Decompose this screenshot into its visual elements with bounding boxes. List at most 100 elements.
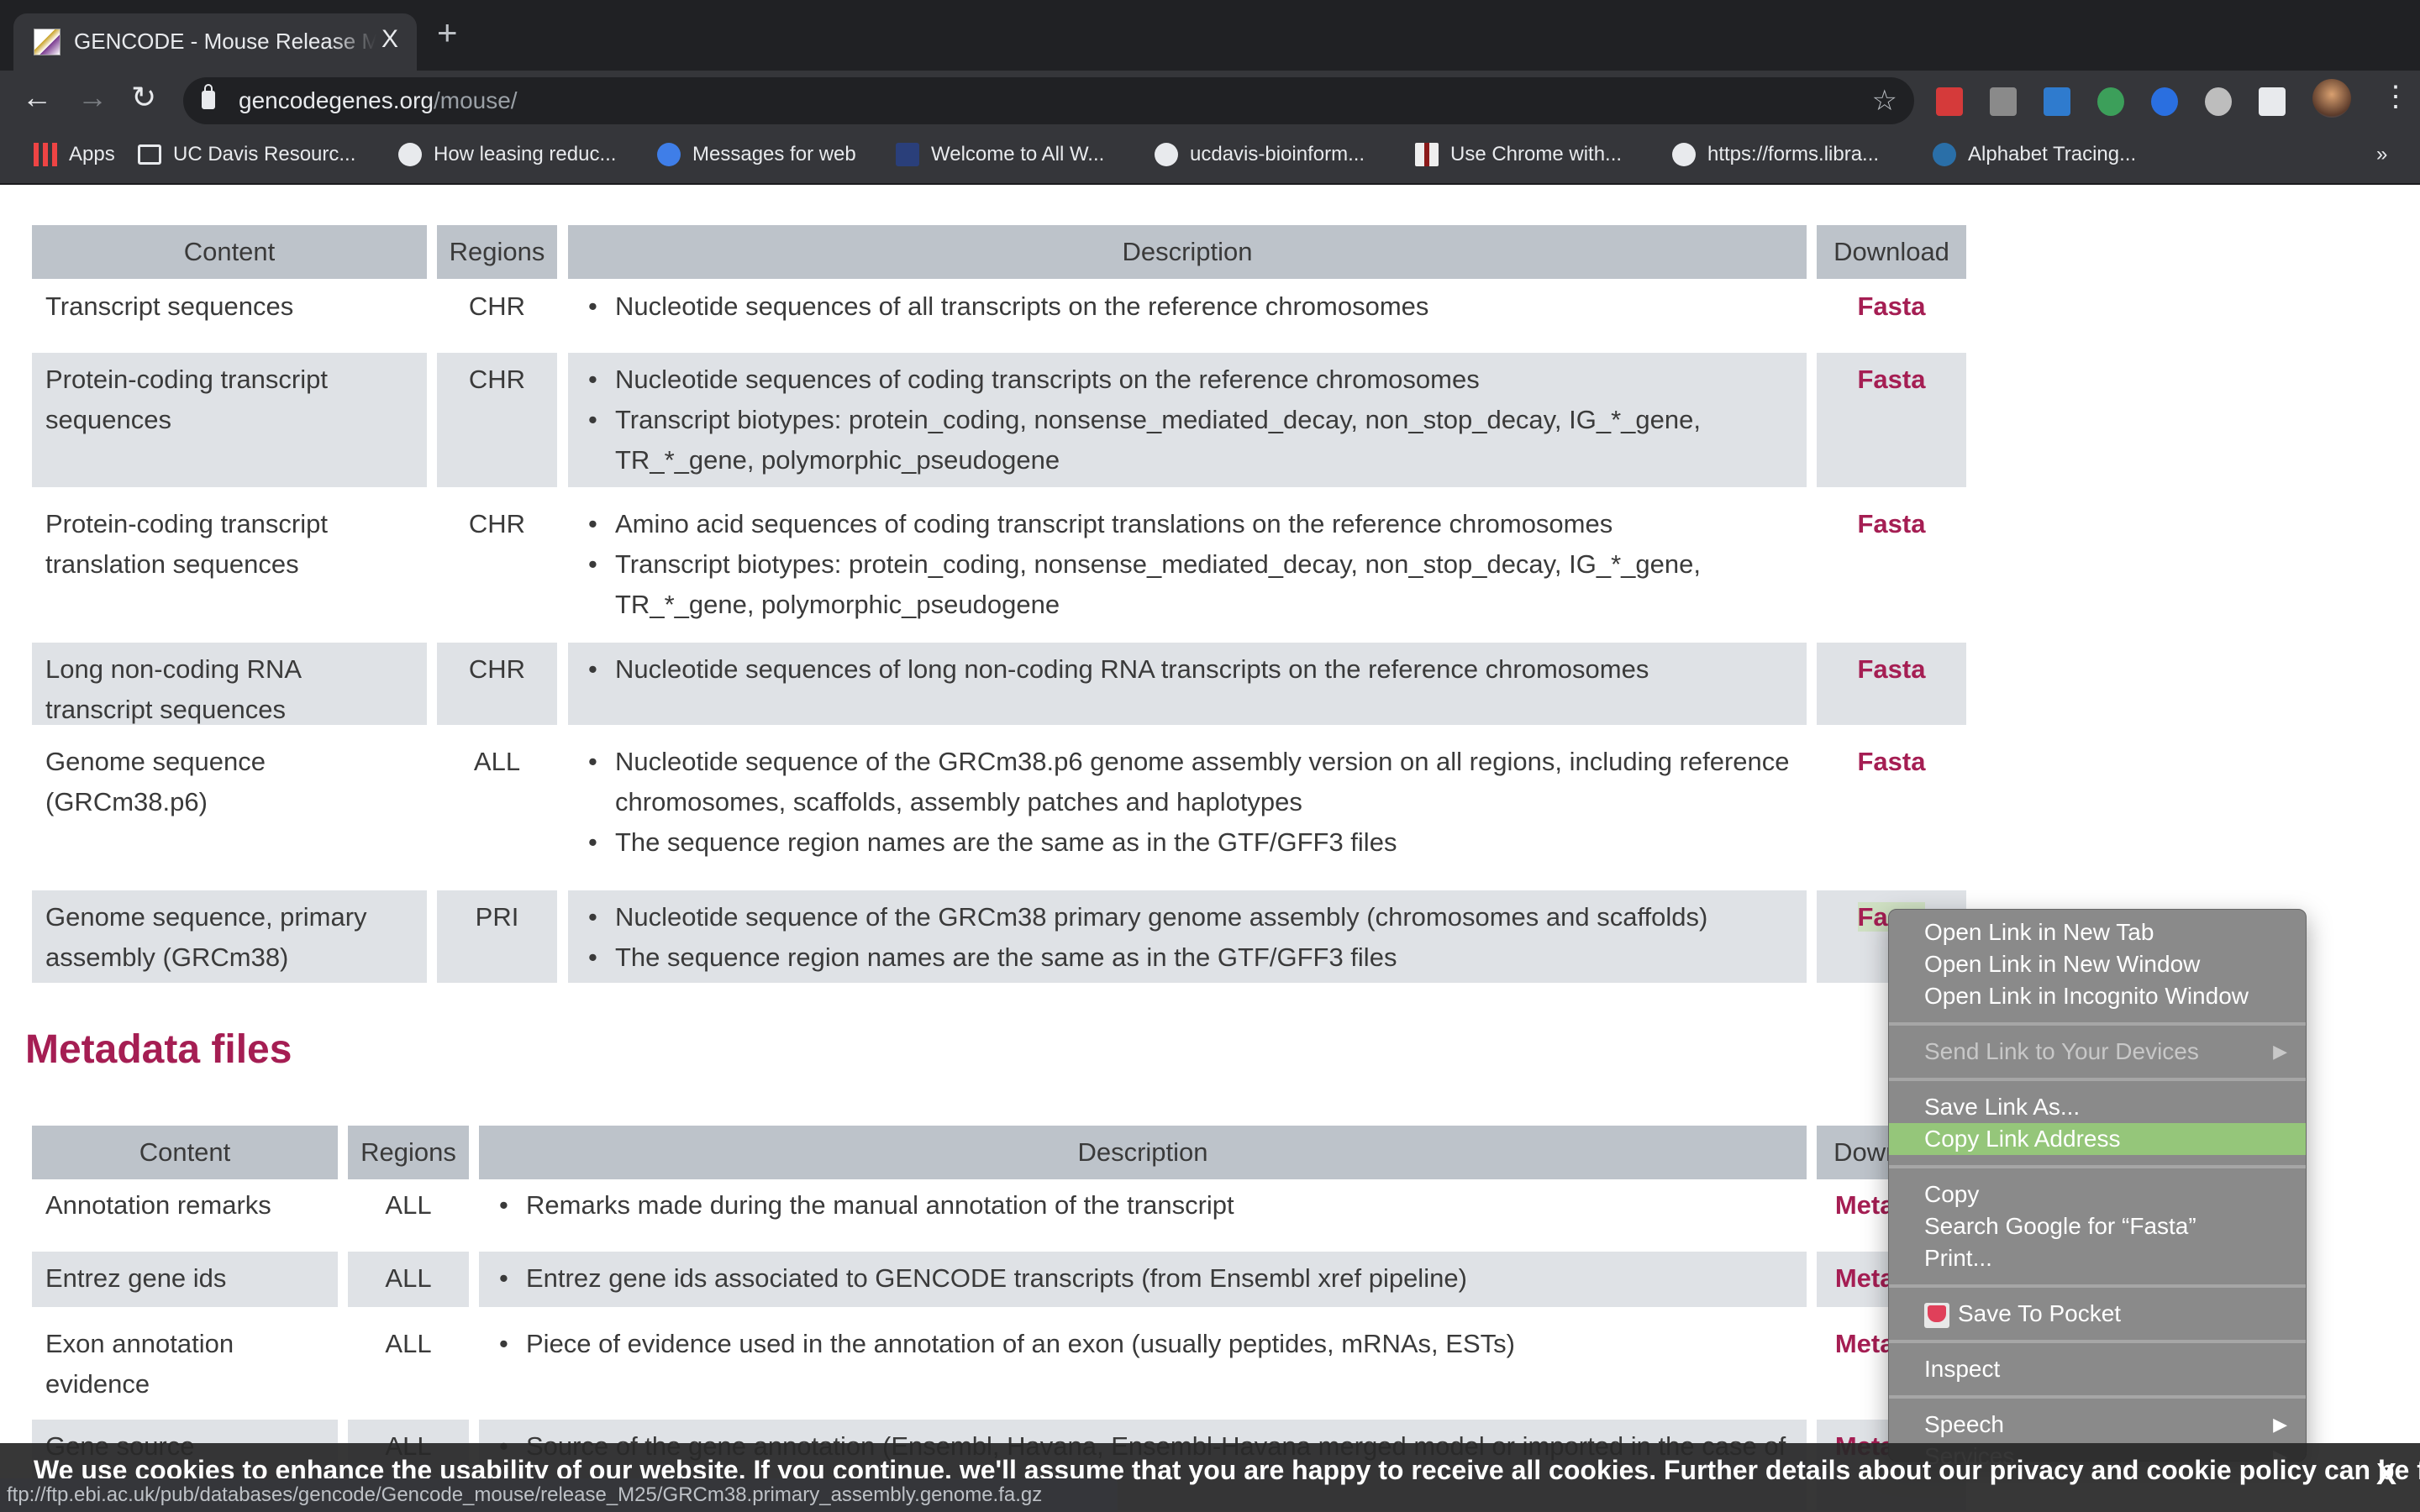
1password-extension-icon[interactable] [2151,87,2178,116]
bookmark-item[interactable]: Welcome to All W... [896,143,1104,166]
pocket-extension-icon[interactable] [1990,87,2017,116]
menu-item-open-link-in-new-tab[interactable]: Open Link in New Tab [1889,916,2306,948]
circle-ext-extension-icon[interactable] [2205,87,2232,116]
menu-item-label: Send Link to Your Devices [1924,1038,2199,1064]
new-tab-button[interactable]: + [437,15,458,50]
mendeley-extension-icon[interactable] [1936,87,1963,116]
bookmark-label: https://forms.libra... [1707,143,1880,165]
download-link-fasta[interactable]: Fasta [1858,365,1926,394]
description-cell: Entrez gene ids associated to GENCODE tr… [479,1252,1807,1307]
description-bullet: Nucleotide sequences of all transcripts … [581,286,1793,327]
forward-button[interactable]: → [77,82,108,113]
bookmarks-overflow-icon[interactable]: » [2376,143,2387,166]
table-header-regions: Regions [348,1126,469,1179]
bookmark-item[interactable]: Alphabet Tracing... [1933,143,2136,166]
menu-separator [1889,1340,2306,1343]
url-path: /mouse/ [433,87,518,113]
tab-gencode[interactable]: GENCODE - Mouse Release M25 X [13,13,417,71]
download-link-fasta[interactable]: Fasta [1858,747,1926,776]
menu-separator [1889,1395,2306,1399]
tab-title: GENCODE - Mouse Release M25 [74,29,376,54]
description-list: Nucleotide sequences of all transcripts … [581,286,1793,327]
menu-item-search-google-for-fasta[interactable]: Search Google for “Fasta” [1889,1210,2306,1242]
download-cell: Fasta [1817,643,1966,725]
content-cell: Genome sequence, primary assembly (GRCm3… [32,890,427,983]
description-cell: Nucleotide sequences of coding transcrip… [568,353,1807,487]
hangouts-extension-icon[interactable] [2097,87,2124,116]
cookie-close-button[interactable]: X [2376,1457,2396,1492]
menu-item-label: Inspect [1924,1356,2001,1382]
bookmark-item[interactable]: UC Davis Resourc... [138,143,355,166]
bookmark-item[interactable]: ucdavis-bioinform... [1155,143,1365,166]
bookmark-label: Use Chrome with... [1450,143,1623,165]
tab-close-icon[interactable]: X [381,25,398,54]
bookmark-item[interactable]: Use Chrome with... [1415,143,1622,166]
description-cell: Nucleotide sequence of the GRCm38 primar… [568,890,1807,983]
puzzle-extension-icon[interactable] [2259,87,2286,116]
menu-item-print[interactable]: Print... [1889,1242,2306,1274]
globe-icon [1672,143,1696,166]
messages-icon [657,143,681,166]
menu-item-open-link-in-new-window[interactable]: Open Link in New Window [1889,948,2306,980]
menu-item-save-link-as[interactable]: Save Link As... [1889,1091,2306,1123]
download-cell: Fasta [1817,353,1966,487]
menu-item-label: Print... [1924,1245,1992,1271]
description-cell: Amino acid sequences of coding transcrip… [568,497,1807,633]
context-menu: Open Link in New Tab Open Link in New Win… [1888,909,2307,1469]
download-link-fasta[interactable]: Fasta [1858,509,1926,538]
menu-item-open-link-in-incognito-window[interactable]: Open Link in Incognito Window [1889,980,2306,1012]
region-cell: ALL [385,1329,432,1358]
menu-kebab-icon[interactable]: ⋮ [2381,82,2410,111]
description-list: Entrez gene ids associated to GENCODE tr… [492,1258,1793,1299]
status-url: ftp://ftp.ebi.ac.uk/pub/databases/gencod… [7,1483,1043,1506]
globe-icon [398,143,422,166]
description-bullet: Nucleotide sequences of coding transcrip… [581,360,1793,400]
region-cell: ALL [385,1190,432,1220]
bookmark-star-icon[interactable]: ☆ [1872,84,1897,118]
menu-item-save-to-pocket[interactable]: Save To Pocket [1889,1298,2306,1330]
profile-avatar[interactable] [2312,79,2351,118]
description-bullet: Transcript biotypes: protein_coding, non… [581,400,1793,480]
menu-separator [1889,1165,2306,1168]
bookmark-label: Welcome to All W... [931,143,1105,165]
download-link-fasta[interactable]: Fasta [1858,654,1926,684]
menu-item-speech[interactable]: Speech ▶ [1889,1409,2306,1441]
menu-separator [1889,1078,2306,1081]
back-button[interactable]: ← [22,82,52,113]
menu-item-copy[interactable]: Copy [1889,1179,2306,1210]
address-bar[interactable]: gencodegenes.org/mouse/ ☆ [183,77,1914,124]
bookmark-item[interactable]: How leasing reduc... [398,143,616,166]
description-cell: Nucleotide sequence of the GRCm38.p6 gen… [568,735,1807,880]
menu-item-copy-link-address[interactable]: Copy Link Address [1889,1123,2306,1155]
bookmark-item[interactable]: Messages for web [657,143,856,166]
description-bullet: Entrez gene ids associated to GENCODE tr… [492,1258,1793,1299]
region-cell: CHR [437,353,557,487]
menu-item-send-link-to-your-devices: Send Link to Your Devices ▶ [1889,1036,2306,1068]
region-cell: CHR [437,643,557,725]
download-link-fasta[interactable]: Fasta [1858,291,1926,321]
menu-item-label: Copy Link Address [1924,1126,2121,1152]
wordpress-icon [1933,143,1956,166]
bookmark-item[interactable]: https://forms.libra... [1672,143,1879,166]
content-cell: Genome sequence (GRCm38.p6) [45,747,266,816]
menu-separator [1889,1022,2306,1026]
menu-item-label: Open Link in Incognito Window [1924,983,2249,1009]
table-header-content: Content [32,1126,338,1179]
bookmarks-bar: Apps UC Davis Resourc... How leasing reduc… [0,131,2420,185]
bookmark-label: Messages for web [692,143,856,165]
globe-icon [1155,143,1178,166]
url-text: gencodegenes.org/mouse/ [239,87,518,114]
table-header-description: Description [568,225,1807,279]
description-cell: Nucleotide sequences of all transcripts … [568,280,1807,343]
download-cell: Fasta [1817,497,1966,633]
table-header-description: Description [479,1126,1807,1179]
menu-item-inspect[interactable]: Inspect [1889,1353,2306,1385]
description-bullet: Amino acid sequences of coding transcrip… [581,504,1793,544]
reload-button[interactable]: ↻ [131,82,156,113]
content-cell: Entrez gene ids [32,1252,338,1307]
trello-extension-icon[interactable] [2044,87,2070,116]
status-bar: ftp://ftp.ebi.ac.uk/pub/databases/gencod… [0,1478,1118,1512]
description-cell: Nucleotide sequences of long non-coding … [568,643,1807,725]
bookmark-item[interactable]: Apps [34,143,115,166]
menu-item-label: Open Link in New Tab [1924,919,2154,945]
